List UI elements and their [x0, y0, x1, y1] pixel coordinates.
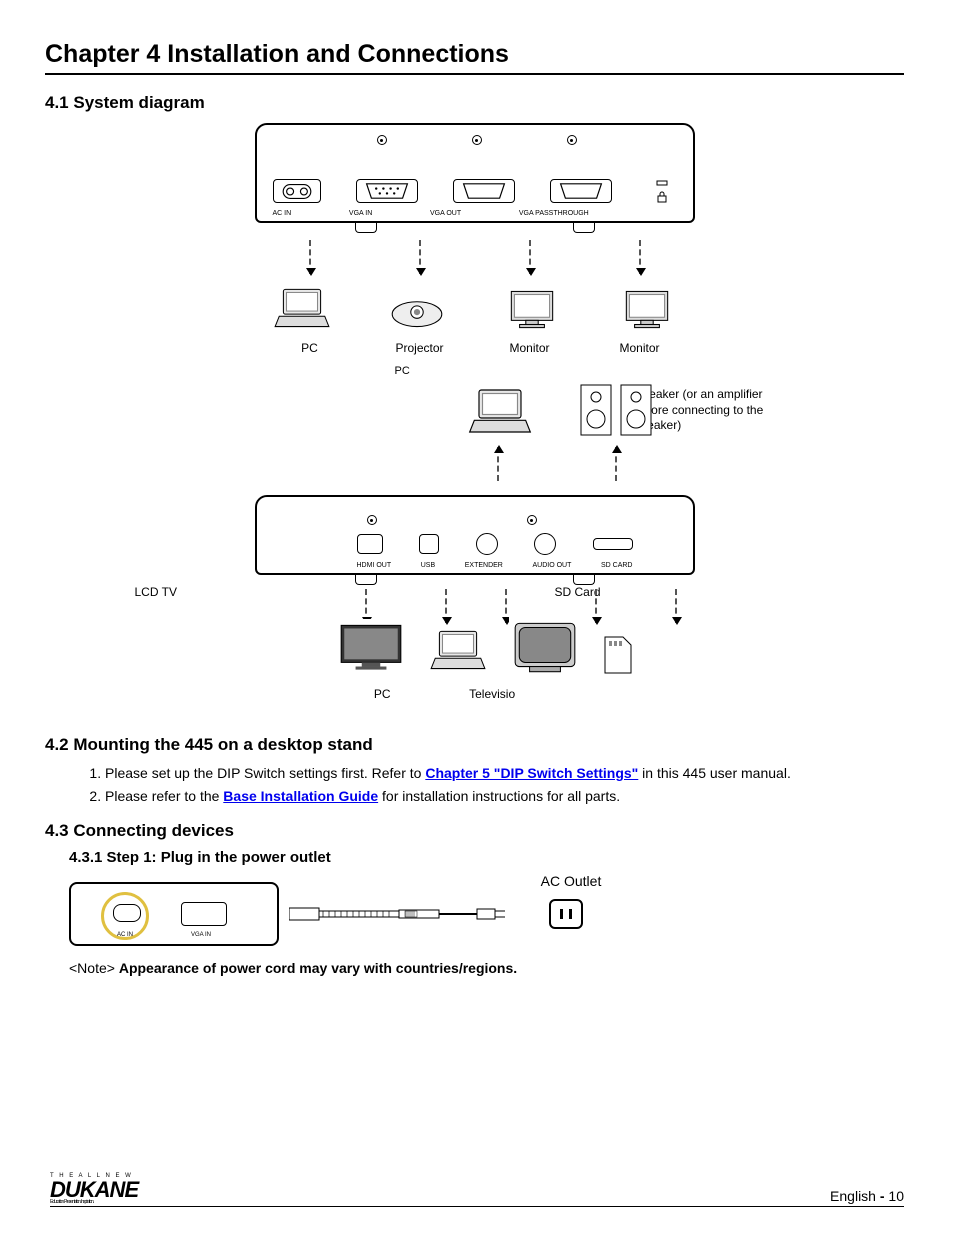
- ac-outlet-icon: AC Outlet: [549, 899, 583, 929]
- power-plug-diagram: AC IN VGA IN AC Outlet: [69, 874, 904, 954]
- port-label: VGA IN: [349, 210, 372, 217]
- power-cord-icon: [289, 906, 509, 922]
- diagram-label: Projector: [365, 341, 475, 355]
- step-text: Please refer to the: [105, 788, 223, 804]
- port-label: AC IN: [273, 210, 292, 217]
- port-label: VGA PASSTHROUGH: [519, 210, 589, 217]
- diagram-label: PC: [374, 687, 391, 701]
- port-label: AC IN: [117, 932, 133, 938]
- port-vga-out: [453, 179, 515, 203]
- arrow-down-icon: [309, 240, 311, 274]
- speaker-icon: [575, 375, 665, 445]
- arrow-down-icon: [639, 240, 641, 274]
- port-sd-card: [593, 538, 633, 550]
- link-base-install-guide[interactable]: Base Installation Guide: [223, 788, 378, 804]
- device-power-panel: AC IN VGA IN: [69, 882, 279, 946]
- port-extender: [476, 533, 498, 555]
- arrow-down-icon: [419, 240, 421, 274]
- port-usb: [419, 534, 439, 554]
- monitor-icon: [616, 283, 678, 335]
- section-4-2-title: 4.2 Mounting the 445 on a desktop stand: [45, 735, 904, 755]
- port-label: AUDIO OUT: [532, 562, 571, 569]
- port-label: SD CARD: [601, 562, 633, 569]
- sd-card-icon: [601, 633, 635, 677]
- lock-icon: [657, 191, 667, 203]
- port-audio-out: [534, 533, 556, 555]
- port-vga-in: [356, 179, 418, 203]
- page-footer: T H E A L L N E W DUKANE Education. Pres…: [50, 1174, 904, 1207]
- system-diagram-1: AC IN VGA IN VGA OUT VGA PASSTHROUGH: [135, 123, 815, 355]
- power-cord-note: <Note> Appearance of power cord may vary…: [69, 960, 904, 976]
- port-label: VGA IN: [191, 932, 211, 938]
- link-chapter5[interactable]: Chapter 5 "DIP Switch Settings": [425, 765, 638, 781]
- port-label: USB: [421, 562, 435, 569]
- arrow-up-icon: [615, 447, 617, 481]
- port-vga-passthrough: [550, 179, 612, 203]
- brand-name: DUKANE: [50, 1177, 138, 1202]
- list-item: Please refer to the Base Installation Gu…: [105, 786, 904, 807]
- diagram-label: Monitor: [475, 341, 585, 355]
- chapter-title: Chapter 4 Installation and Connections: [45, 40, 904, 75]
- arrow-up-icon: [497, 447, 499, 481]
- monitor-icon: [501, 283, 563, 335]
- note-prefix: <Note>: [69, 960, 119, 976]
- arrow-down-icon: [529, 240, 531, 274]
- device-back-panel-top: AC IN VGA IN VGA OUT VGA PASSTHROUGH: [255, 123, 695, 223]
- step-text: in this 445 user manual.: [638, 765, 791, 781]
- projector-icon: [386, 283, 448, 335]
- brand-logo: T H E A L L N E W DUKANE Education. Pres…: [50, 1174, 138, 1204]
- port-label: VGA OUT: [430, 210, 461, 217]
- port-ac-in: [113, 904, 141, 922]
- step-text: for installation instructions for all pa…: [378, 788, 620, 804]
- diagram-label: PC: [395, 365, 475, 377]
- note-body: Appearance of power cord may vary with c…: [119, 960, 517, 976]
- port-label: HDMI OUT: [357, 562, 392, 569]
- device-back-panel-bottom: HDMI OUT USB EXTENDER AUDIO OUT SD CARD: [255, 495, 695, 575]
- laptop-icon: [465, 383, 535, 443]
- port-label: EXTENDER: [465, 562, 503, 569]
- diagram-label: Monitor: [585, 341, 695, 355]
- system-diagram-2: PC Speaker (or an amplifier before conne…: [135, 365, 815, 725]
- section-4-1-title: 4.1 System diagram: [45, 93, 904, 113]
- diagram-label: PC: [255, 341, 365, 355]
- mounting-steps-list: Please set up the DIP Switch settings fi…: [105, 763, 904, 807]
- laptop-icon: [427, 625, 489, 677]
- crt-tv-icon: [509, 615, 581, 677]
- ac-outlet-label: AC Outlet: [531, 873, 611, 889]
- port-ac-in: [273, 179, 321, 203]
- port-vga-in: [181, 902, 227, 926]
- diagram-label: Televisio: [469, 687, 515, 701]
- laptop-icon: [271, 283, 333, 335]
- list-item: Please set up the DIP Switch settings fi…: [105, 763, 904, 784]
- step-text: Please set up the DIP Switch settings fi…: [105, 765, 425, 781]
- section-4-3-1-title: 4.3.1 Step 1: Plug in the power outlet: [69, 849, 904, 866]
- section-4-3-title: 4.3 Connecting devices: [45, 821, 904, 841]
- diagram-label: LCD TV: [135, 585, 177, 599]
- page-number: English - 10: [830, 1188, 904, 1204]
- port-hdmi-out: [357, 534, 383, 554]
- lcd-tv-icon: [335, 619, 407, 677]
